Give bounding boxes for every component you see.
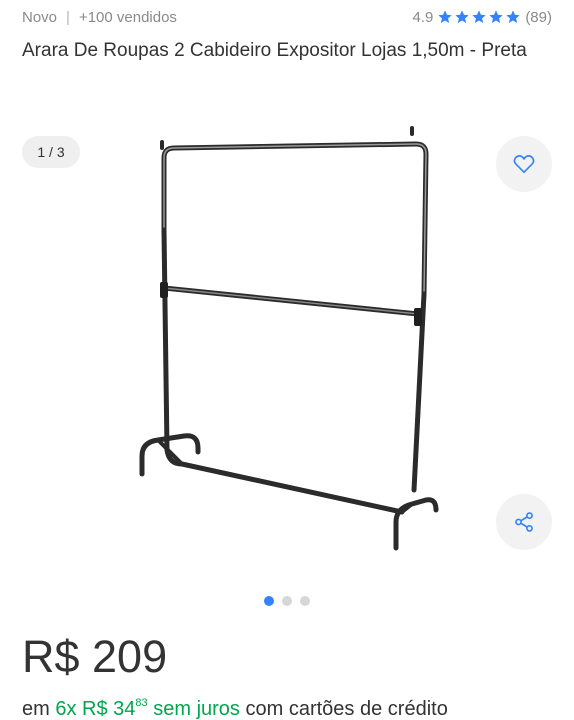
pagination-dot[interactable] [300, 596, 310, 606]
sold-count: +100 vendidos [78, 8, 177, 26]
star-icon [471, 9, 487, 25]
heart-icon [513, 155, 535, 173]
favorite-button[interactable] [496, 136, 552, 192]
installments-cents: 83 [135, 697, 148, 709]
pagination-dot[interactable] [264, 596, 274, 606]
clothes-rack-image[interactable] [120, 118, 460, 578]
condition-label: Novo [22, 8, 58, 26]
condition-and-sales: Novo | +100 vendidos [22, 9, 177, 26]
star-icon [488, 9, 504, 25]
installments-amount: R$ 3483 [82, 697, 148, 720]
rating-stars [437, 9, 522, 25]
rating-summary[interactable]: 4.9 (89) [412, 9, 552, 26]
installments-info: em 6x R$ 3483 sem juros com cartões de c… [22, 690, 448, 720]
meta-separator: | [66, 8, 70, 26]
pagination-dot[interactable] [282, 596, 292, 606]
product-meta-row: Novo | +100 vendidos 4.9 (89) [22, 6, 552, 28]
product-price: R$ 209 [22, 631, 168, 682]
share-icon [515, 512, 533, 532]
gallery-pagination[interactable] [0, 596, 574, 606]
image-counter: 1 / 3 [22, 136, 80, 168]
rating-value: 4.9 [412, 8, 434, 26]
star-icon [437, 9, 453, 25]
installments-amount-value: R$ 34 [82, 698, 136, 720]
product-title: Arara De Roupas 2 Cabideiro Expositor Lo… [22, 40, 527, 61]
installments-prefix: em [22, 698, 50, 720]
star-icon [454, 9, 470, 25]
image-gallery[interactable]: 1 / 3 [0, 118, 574, 588]
installments-count: 6x [55, 698, 77, 720]
star-icon [505, 9, 521, 25]
no-interest-label: sem juros [153, 698, 240, 720]
review-count: (89) [525, 8, 552, 26]
installments-suffix: com cartões de crédito [245, 698, 448, 720]
share-button[interactable] [496, 494, 552, 550]
